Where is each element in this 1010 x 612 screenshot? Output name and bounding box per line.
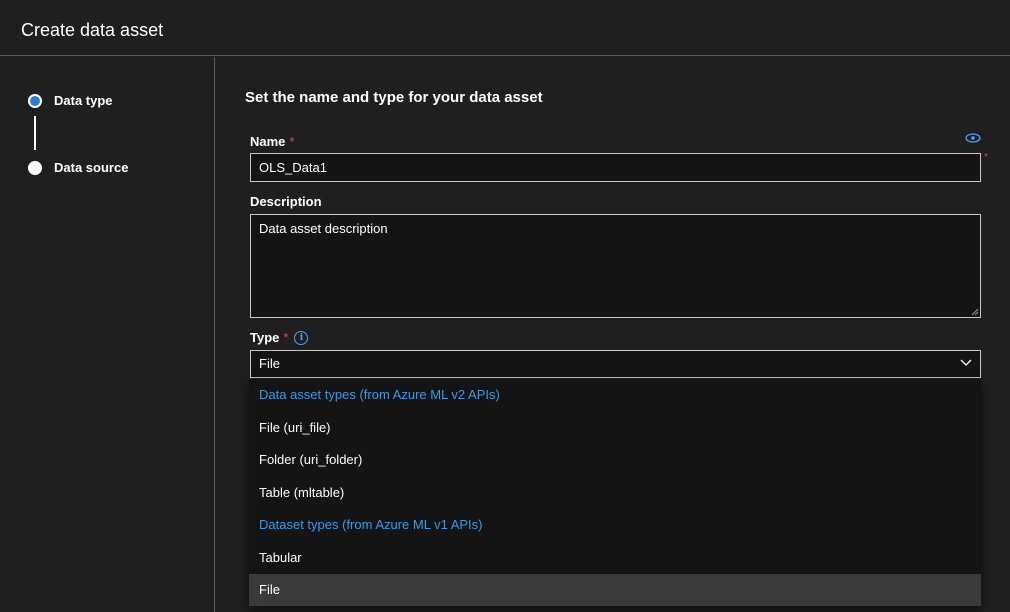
dropdown-option[interactable]: Folder (uri_folder) [249, 444, 981, 476]
dialog-header: Create data asset [0, 0, 1010, 56]
chevron-down-icon [960, 359, 972, 366]
step-inactive-icon [28, 160, 42, 175]
required-marker: * [984, 152, 988, 163]
step-connector [34, 116, 36, 150]
dropdown-option[interactable]: Table (mltable) [249, 477, 981, 509]
name-label-text: Name [250, 134, 286, 149]
step-label: Data type [54, 93, 113, 108]
dropdown-option-selected[interactable]: File [249, 574, 981, 606]
type-selected-value: File [259, 356, 280, 371]
section-title: Set the name and type for your data asse… [245, 89, 543, 106]
info-icon[interactable]: i [294, 330, 309, 345]
description-textarea[interactable]: Data asset description [250, 214, 981, 318]
name-input[interactable]: OLS_Data1 [250, 153, 981, 182]
step-data-source[interactable]: Data source [28, 160, 128, 175]
description-placeholder: Data asset description [259, 221, 388, 236]
step-data-type[interactable]: Data type [28, 93, 113, 108]
dropdown-group-header: Data asset types (from Azure ML v2 APIs) [259, 387, 500, 402]
required-marker: * [289, 134, 295, 149]
dropdown-group-header: Dataset types (from Azure ML v1 APIs) [259, 517, 483, 532]
type-dropdown-list: Data asset types (from Azure ML v2 APIs)… [249, 379, 981, 606]
eye-icon[interactable] [965, 133, 981, 143]
dropdown-option[interactable]: Tabular [249, 542, 981, 574]
name-label: Name * [250, 134, 294, 149]
step-active-icon [28, 93, 42, 108]
required-marker: * [283, 330, 289, 345]
form-panel: Set the name and type for your data asse… [216, 57, 1010, 612]
dialog-title: Create data asset [21, 20, 164, 40]
step-label: Data source [54, 160, 129, 175]
description-label: Description [250, 194, 322, 209]
type-dropdown[interactable]: File [250, 350, 981, 378]
wizard-steps: Data type Data source [0, 57, 215, 612]
resize-grip-icon[interactable] [971, 308, 979, 316]
dropdown-option[interactable]: File (uri_file) [249, 412, 981, 444]
type-label: Type * i [250, 330, 309, 345]
type-label-text: Type [250, 330, 280, 345]
